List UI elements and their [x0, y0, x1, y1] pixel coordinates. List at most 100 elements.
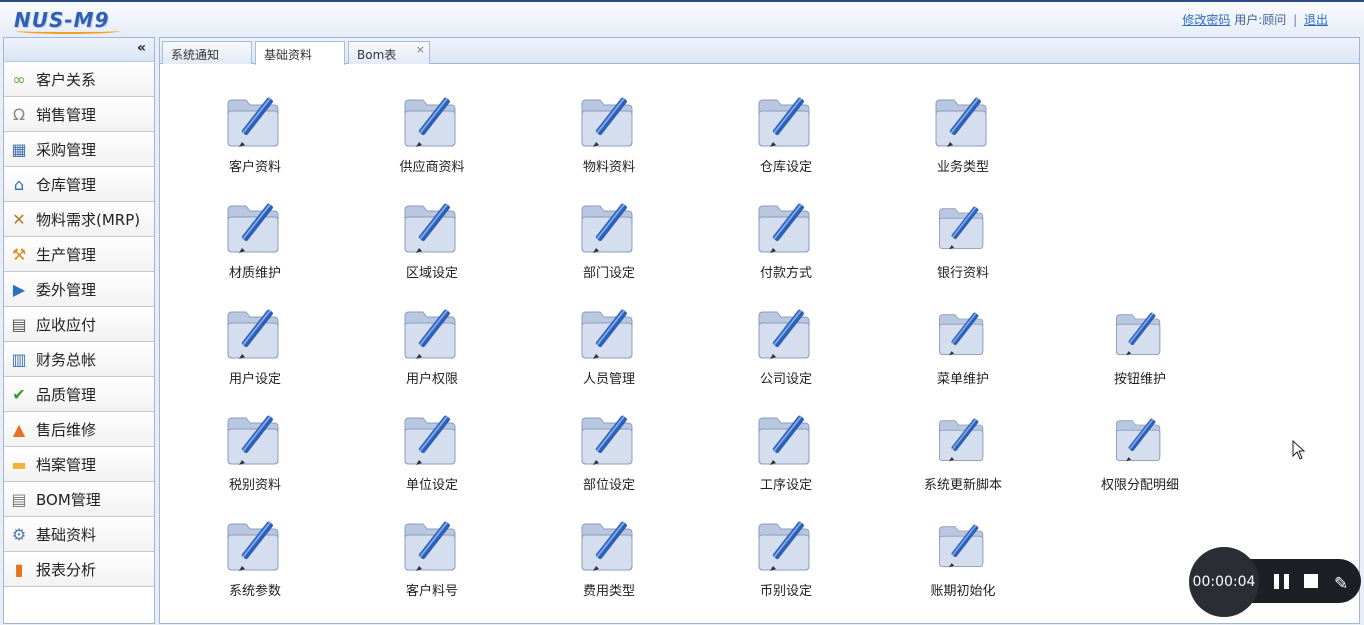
- sidebar-item[interactable]: ▥ 财务总帐: [4, 342, 154, 377]
- app-logo: NUS-M9: [14, 8, 120, 34]
- module-item[interactable]: 仓库设定: [731, 90, 841, 180]
- sidebar-item[interactable]: ▶ 委外管理: [4, 272, 154, 307]
- sidebar-item[interactable]: ▤ 应收应付: [4, 307, 154, 342]
- folder-pen-icon: [581, 521, 633, 571]
- tab-basic-data[interactable]: 基础资料: [255, 41, 345, 65]
- module-item[interactable]: 权限分配明细: [1085, 408, 1195, 498]
- cart-icon: ▦: [11, 139, 27, 159]
- folder-pen-icon: [758, 521, 810, 571]
- sidebar-item-label: 采购管理: [36, 140, 97, 159]
- module-item[interactable]: 系统更新脚本: [908, 408, 1018, 498]
- recorder-timer: 00:00:04: [1189, 547, 1259, 617]
- folder-pen-icon: [1116, 312, 1161, 356]
- module-item[interactable]: 部门设定: [554, 196, 664, 286]
- sidebar-header: «: [4, 38, 154, 62]
- sidebar-item-label: 委外管理: [36, 280, 97, 299]
- module-item[interactable]: 付款方式: [731, 196, 841, 286]
- collapse-icon[interactable]: «: [137, 40, 146, 56]
- sidebar-item[interactable]: Ω 销售管理: [4, 97, 154, 132]
- warehouse-icon: ⌂: [13, 174, 25, 194]
- module-item[interactable]: 银行资料: [908, 196, 1018, 286]
- folder-icon: ▬: [11, 454, 27, 474]
- sidebar-item[interactable]: ⌂ 仓库管理: [4, 167, 154, 202]
- module-label: 账期初始化: [930, 584, 996, 599]
- module-item[interactable]: 物料资料: [554, 90, 664, 180]
- sidebar-item-label: 客户关系: [36, 70, 97, 89]
- sidebar-item-label: 仓库管理: [36, 175, 97, 194]
- folder-pen-icon: [227, 521, 279, 571]
- module-item[interactable]: 公司设定: [731, 302, 841, 392]
- logout-link[interactable]: 退出: [1304, 13, 1328, 27]
- module-label: 系统参数: [228, 584, 281, 599]
- close-icon[interactable]: ×: [416, 43, 425, 56]
- module-item[interactable]: 费用类型: [554, 514, 664, 604]
- module-label: 单位设定: [405, 478, 458, 493]
- tab-bom[interactable]: Bom表 ×: [348, 41, 430, 64]
- folder-pen-icon: [939, 418, 984, 462]
- module-item[interactable]: 用户设定: [200, 302, 310, 392]
- tools-icon: ✕: [12, 209, 26, 229]
- module-item[interactable]: 人员管理: [554, 302, 664, 392]
- sidebar-item[interactable]: ▲ 售后维修: [4, 412, 154, 447]
- module-item[interactable]: 按钮维护: [1085, 302, 1195, 392]
- module-item[interactable]: 单位设定: [377, 408, 487, 498]
- module-label: 部位设定: [582, 478, 635, 493]
- tab-label: 系统通知: [171, 48, 220, 62]
- top-header: NUS-M9 修改密码 用户:顾问 | 退出: [0, 0, 1364, 36]
- bar-chart-icon: ▮: [14, 559, 24, 579]
- module-item[interactable]: 业务类型: [908, 90, 1018, 180]
- module-label: 税别资料: [228, 478, 281, 493]
- folder-pen-icon: [939, 206, 984, 250]
- module-label: 公司设定: [759, 372, 812, 387]
- change-password-link[interactable]: 修改密码: [1182, 13, 1230, 27]
- module-item[interactable]: 客户料号: [377, 514, 487, 604]
- sidebar-item-label: 品质管理: [36, 385, 97, 404]
- folder-pen-icon: [939, 524, 984, 568]
- module-grid: 客户资料 供应商资料 物料资料 仓库设定 业务类型 材质维护 区域设定 部门设定…: [160, 65, 1359, 623]
- sidebar-item[interactable]: ✕ 物料需求(MRP): [4, 202, 154, 237]
- module-item[interactable]: 菜单维护: [908, 302, 1018, 392]
- sidebar-item[interactable]: ⚒ 生产管理: [4, 237, 154, 272]
- module-item[interactable]: 税别资料: [200, 408, 310, 498]
- sidebar-item[interactable]: ⚙ 基础资料: [4, 517, 154, 552]
- tab-label: 基础资料: [264, 48, 313, 62]
- sidebar-item-label: 档案管理: [36, 455, 97, 474]
- sidebar-item[interactable]: ∞ 客户关系: [4, 62, 154, 97]
- handshake-icon: ∞: [12, 69, 26, 89]
- module-item[interactable]: 用户权限: [377, 302, 487, 392]
- module-item[interactable]: 客户资料: [200, 90, 310, 180]
- stop-icon[interactable]: [1304, 574, 1318, 588]
- module-item[interactable]: 系统参数: [200, 514, 310, 604]
- folder-pen-icon: [581, 97, 633, 147]
- screen-recorder: 00:00:04 ✎: [1189, 547, 1361, 617]
- module-item[interactable]: 部位设定: [554, 408, 664, 498]
- module-item[interactable]: 供应商资料: [377, 90, 487, 180]
- sidebar-item[interactable]: ▬ 档案管理: [4, 447, 154, 482]
- module-item[interactable]: 工序设定: [731, 408, 841, 498]
- module-item[interactable]: 币别设定: [731, 514, 841, 604]
- module-label: 工序设定: [759, 478, 812, 493]
- module-label: 用户权限: [405, 372, 458, 387]
- module-item[interactable]: 区域设定: [377, 196, 487, 286]
- folder-pen-icon: [581, 415, 633, 465]
- tab-system-notice[interactable]: 系统通知: [162, 41, 252, 64]
- user-label: 用户:顾问: [1234, 13, 1287, 27]
- module-label: 客户资料: [228, 160, 281, 175]
- module-item[interactable]: 账期初始化: [908, 514, 1018, 604]
- document-icon: ▤: [11, 489, 27, 509]
- module-label: 物料资料: [582, 160, 635, 175]
- sidebar-item-label: 销售管理: [36, 105, 97, 124]
- module-item[interactable]: 材质维护: [200, 196, 310, 286]
- sidebar-item[interactable]: ▮ 报表分析: [4, 552, 154, 587]
- sidebar-item[interactable]: ▦ 采购管理: [4, 132, 154, 167]
- module-label: 银行资料: [936, 266, 989, 281]
- calculator-icon: ▤: [11, 314, 27, 334]
- pause-icon[interactable]: [1274, 574, 1290, 589]
- sidebar-item[interactable]: ✔ 品质管理: [4, 377, 154, 412]
- module-label: 人员管理: [582, 372, 635, 387]
- sidebar-item-label: 售后维修: [36, 420, 97, 439]
- sidebar-item-label: 报表分析: [36, 560, 97, 579]
- pen-icon[interactable]: ✎: [1334, 574, 1348, 594]
- tab-label: Bom表: [357, 48, 397, 62]
- sidebar-item[interactable]: ▤ BOM管理: [4, 482, 154, 517]
